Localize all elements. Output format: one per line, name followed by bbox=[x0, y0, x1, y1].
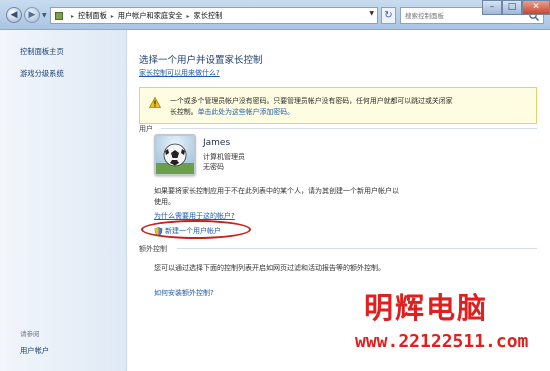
breadcrumb-item-parental-controls[interactable]: 家长控制 bbox=[194, 11, 223, 21]
watermark-brand: 明辉电脑 bbox=[364, 291, 489, 325]
breadcrumb-item-control-panel[interactable]: 控制面板 bbox=[78, 11, 107, 21]
recent-pages-chevron-icon[interactable]: ▼ bbox=[42, 12, 47, 19]
close-button[interactable]: ✕ bbox=[522, 0, 550, 15]
user-tile-james[interactable]: James 计算机管理员 无密码 bbox=[154, 134, 304, 181]
see-also-heading: 请参阅 bbox=[20, 330, 40, 338]
sidebar: 控制面板主页 游戏分级系统 请参阅 用户帐户 bbox=[0, 30, 127, 371]
divider bbox=[161, 128, 537, 129]
info-text: 如果要将家长控制应用于不在此列表中的某个人，请为其创建一个新用户帐户以使用。 bbox=[154, 187, 399, 206]
arrow-right-icon: ▶ bbox=[28, 10, 36, 20]
breadcrumb-item-user-accounts[interactable]: 用户帐户和家庭安全 bbox=[118, 11, 183, 21]
divider bbox=[177, 248, 537, 249]
sidebar-item-user-accounts[interactable]: 用户帐户 bbox=[20, 346, 49, 356]
warning-icon bbox=[149, 97, 161, 108]
forward-button[interactable]: ▶ bbox=[24, 7, 40, 23]
minimize-button[interactable]: – bbox=[482, 0, 502, 15]
soccer-ball-icon bbox=[156, 136, 194, 174]
refresh-icon: ↻ bbox=[384, 10, 393, 21]
warning-line1: 一个或多个管理员帐户没有密码。只要管理员帐户没有密码，任何用户就都可以跳过或关闭… bbox=[170, 97, 453, 105]
address-dropdown-icon[interactable]: ▼ bbox=[369, 10, 374, 17]
breadcrumb: ▸ 控制面板 ▸ 用户帐户和家庭安全 ▸ 家长控制 bbox=[67, 10, 222, 22]
extra-controls-label: 额外控制 bbox=[139, 245, 167, 253]
address-bar[interactable]: ▸ 控制面板 ▸ 用户帐户和家庭安全 ▸ 家长控制 ▼ bbox=[50, 7, 378, 24]
warning-text: 一个或多个管理员帐户没有密码。只要管理员帐户没有密码，任何用户就都可以跳过或关闭… bbox=[170, 96, 530, 118]
install-controls-link[interactable]: 如何安装额外控制? bbox=[154, 288, 214, 298]
user-name: James bbox=[203, 138, 231, 148]
breadcrumb-separator-icon[interactable]: ▸ bbox=[71, 13, 74, 20]
breadcrumb-separator-icon[interactable]: ▸ bbox=[187, 13, 190, 20]
user-password-status: 无密码 bbox=[203, 163, 224, 171]
maximize-button[interactable]: □ bbox=[502, 0, 522, 15]
highlight-annotation bbox=[141, 220, 251, 239]
arrow-left-icon: ◀ bbox=[10, 10, 18, 20]
title-bar: ◀ ▶ ▼ ▸ 控制面板 ▸ 用户帐户和家庭安全 ▸ 家长控制 ▼ ↻ – □ … bbox=[0, 0, 550, 30]
refresh-button[interactable]: ↻ bbox=[381, 7, 396, 24]
control-panel-icon bbox=[55, 12, 63, 20]
user-role: 计算机管理员 bbox=[203, 153, 245, 161]
page-title: 选择一个用户并设置家长控制 bbox=[139, 55, 263, 66]
back-button[interactable]: ◀ bbox=[6, 7, 22, 23]
add-password-link[interactable]: 单击此处为这些帐户添加密码。 bbox=[198, 108, 294, 116]
watermark-url: www.22122511.com bbox=[355, 331, 529, 352]
warning-line2: 长控制。 bbox=[170, 108, 198, 116]
avatar bbox=[154, 134, 196, 176]
sidebar-item-game-ratings[interactable]: 游戏分级系统 bbox=[20, 69, 64, 79]
users-section-label: 用户 bbox=[139, 125, 153, 133]
help-link[interactable]: 家长控制可以用来做什么? bbox=[139, 68, 220, 78]
extra-controls-text: 您可以通过选择下面的控制列表开启如网页过滤和活动报告等的额外控制。 bbox=[154, 264, 385, 272]
warning-banner: 一个或多个管理员帐户没有密码。只要管理员帐户没有密码，任何用户就都可以跳过或关闭… bbox=[139, 87, 537, 124]
breadcrumb-separator-icon[interactable]: ▸ bbox=[111, 13, 114, 20]
sidebar-item-control-panel-home[interactable]: 控制面板主页 bbox=[20, 47, 64, 57]
